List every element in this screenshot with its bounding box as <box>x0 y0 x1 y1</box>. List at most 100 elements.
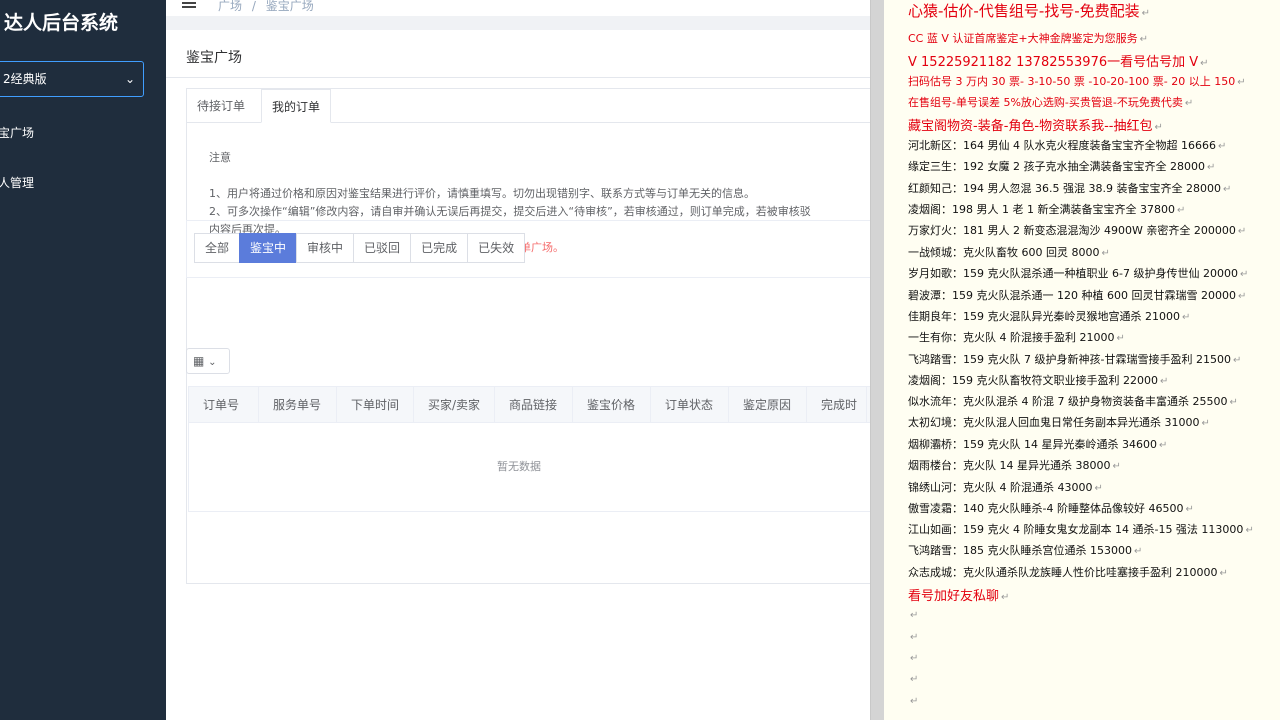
column-header: 鉴定原因 <box>729 387 807 423</box>
paragraph-mark-icon: ↵ <box>1181 312 1191 323</box>
document-line: 河北新区：164 男仙 4 队水克火程度装备宝宝齐全物超 16666 ↵ <box>908 137 1226 153</box>
document-line: 江山如画：159 克火 4 阶睡女鬼女龙副本 14 通杀-15 强法 11300… <box>908 521 1254 537</box>
document-line-text: 傲雪凌霜：140 克火队睡杀-4 阶睡整体品像较好 46500 <box>908 502 1184 515</box>
paragraph-mark-icon: ↵ <box>1154 122 1163 133</box>
topbar: 广场 / 鉴宝广场 <box>166 0 870 16</box>
filter-rejected-button[interactable]: 已驳回 <box>353 233 412 263</box>
document-line: ↵ <box>908 608 918 621</box>
paragraph-mark-icon: ↵ <box>1184 98 1194 109</box>
document-line-text: 一战倾城：克火队畜牧 600 回灵 8000 <box>908 246 1100 259</box>
document-line-text: 江山如画：159 克火 4 阶睡女鬼女龙副本 14 通杀-15 强法 11300… <box>908 523 1244 536</box>
column-header: 鉴宝价格 <box>573 387 651 423</box>
paragraph-mark-icon: ↵ <box>1200 58 1209 69</box>
grid-icon: ▦ <box>193 354 205 368</box>
document-line: 缘定三生：192 女魔 2 孩子克水抽全满装备宝宝齐全 28000 ↵ <box>908 158 1215 174</box>
paragraph-mark-icon: ↵ <box>910 610 919 621</box>
document-line: 心猿-估价-代售组号-找号-免费配装 ↵ <box>908 0 1150 21</box>
document-line-text: 看号加好友私聊 <box>908 589 1000 604</box>
document-line-text: 缘定三生：192 女魔 2 孩子克水抽全满装备宝宝齐全 28000 <box>908 160 1205 173</box>
sidebar-item-user-management[interactable]: 人管理 <box>0 174 34 191</box>
tab-my-orders[interactable]: 我的订单 <box>261 89 332 123</box>
paragraph-mark-icon: ↵ <box>1094 483 1103 494</box>
column-header: 完成时 <box>807 387 867 423</box>
paragraph-mark-icon: ↵ <box>1116 333 1125 344</box>
document-line-text: 众志成城：克火队通杀队龙族睡人性价比哇塞接手盈利 210000 <box>908 566 1218 579</box>
column-header: 服务单号 <box>259 387 337 423</box>
empty-state: 暂无数据 <box>497 460 541 473</box>
breadcrumb-item: 鉴宝广场 <box>265 0 314 13</box>
paragraph-mark-icon: ↵ <box>910 632 919 643</box>
document-line-text: 万家灯火：181 男人 2 新变态混混淘沙 4900W 亲密齐全 200000 <box>908 224 1236 237</box>
document-line: 红颜知己：194 男人忽混 36.5 强混 38.9 装备宝宝齐全 28000 ↵ <box>908 180 1231 196</box>
paragraph-mark-icon: ↵ <box>1237 77 1246 88</box>
paragraph-mark-icon: ↵ <box>1237 226 1247 237</box>
document-pane: 心猿-估价-代售组号-找号-免费配装 ↵ CC 蓝 V 认证首席鉴定+大神金牌鉴定为… <box>884 0 1280 720</box>
document-line: 似水流年：克火队混杀 4 阶混 7 级护身物资装备丰富通杀 25500 ↵ <box>908 393 1238 409</box>
document-line: 众志成城：克火队通杀队龙族睡人性价比哇塞接手盈利 210000 ↵ <box>908 564 1228 580</box>
paragraph-mark-icon: ↵ <box>1206 162 1216 173</box>
document-line-text: 扫码估号 3 万内 30 票- 3-10-50 票 -10-20-100 票- … <box>908 75 1236 88</box>
filter-appraising-button[interactable]: 鉴宝中 <box>239 233 298 263</box>
document-line-text: 在售组号-单号误差 5%放心选购-买贵管退-不玩免费代卖 <box>908 96 1183 109</box>
document-line: 锦绣山河：克火队 4 阶混通杀 43000 ↵ <box>908 479 1103 495</box>
document-line-text: 河北新区：164 男仙 4 队水克火程度装备宝宝齐全物超 16666 <box>908 139 1216 152</box>
document-line: 岁月如歌：159 克火队混杀通一种植职业 6-7 级护身传世仙 20000 ↵ <box>908 265 1248 281</box>
filter-completed-button[interactable]: 已完成 <box>410 233 469 263</box>
document-line: 一战倾城：克火队畜牧 600 回灵 8000 ↵ <box>908 244 1110 260</box>
document-line-text: 红颜知己：194 男人忽混 36.5 强混 38.9 装备宝宝齐全 28000 <box>908 182 1221 195</box>
filter-reviewing-button[interactable]: 审核中 <box>296 233 355 263</box>
document-line: 万家灯火：181 男人 2 新变态混混淘沙 4900W 亲密齐全 200000 ↵ <box>908 222 1246 238</box>
hamburger-icon[interactable] <box>182 0 196 8</box>
sidebar: 达人后台系统 2经典版 ⌄ 宝广场 人管理 <box>0 0 166 720</box>
paragraph-mark-icon: ↵ <box>1001 592 1010 603</box>
document-line-text: 藏宝阁物资-装备-角色-物资联系我--抽红包 <box>908 119 1153 134</box>
document-line-text: 太初幻境：克火队混人回血鬼日常任务副本异光通杀 31000 <box>908 416 1200 429</box>
column-header: 商品链接 <box>495 387 573 423</box>
paragraph-mark-icon: ↵ <box>1217 141 1227 152</box>
document-line: ↵ <box>908 694 918 707</box>
document-line: ↵ <box>908 630 918 643</box>
document-line: 藏宝阁物资-装备-角色-物资联系我--抽红包 ↵ <box>908 115 1163 134</box>
document-line: 一生有你：克火队 4 阶混接手盈利 21000 ↵ <box>908 329 1125 345</box>
main-area: 广场 / 鉴宝广场 鉴宝广场 待接订单 我的订单 注意 1、用户将通过价格和原因… <box>166 0 870 720</box>
chevron-down-icon: ⌄ <box>208 357 217 368</box>
sidebar-item-treasure-square[interactable]: 宝广场 <box>0 124 34 141</box>
version-select[interactable]: 2经典版 ⌄ <box>0 61 144 97</box>
orders-table: 订单号 服务单号 下单时间 买家/卖家 商品链接 鉴宝价格 订单状态 鉴定原因 … <box>188 386 870 512</box>
paragraph-mark-icon: ↵ <box>1201 418 1210 429</box>
document-line: 太初幻境：克火队混人回血鬼日常任务副本异光通杀 31000 ↵ <box>908 414 1210 430</box>
document-line-text: 似水流年：克火队混杀 4 阶混 7 级护身物资装备丰富通杀 25500 <box>908 395 1228 408</box>
document-line-text: 飞鸿踏雪：159 克火队 7 级护身新神孩-甘霖瑞雪接手盈利 21500 <box>908 353 1231 366</box>
filter-all-button[interactable]: 全部 <box>194 233 241 263</box>
paragraph-mark-icon: ↵ <box>910 696 919 707</box>
document-line-text: V 15225921182 13782553976一看号估号加 V <box>908 55 1199 70</box>
column-header: 订单状态 <box>651 387 729 423</box>
notice-line: 2、可多次操作“编辑”修改内容，请自审并确认无误后再提交，提交后进入“待审核”，… <box>209 205 811 218</box>
document-line: 凌烟阁：159 克火队畜牧符文职业接手盈利 22000 ↵ <box>908 372 1168 388</box>
breadcrumb: 广场 / 鉴宝广场 <box>218 0 314 14</box>
paragraph-mark-icon: ↵ <box>1219 568 1228 579</box>
document-line-text: 心猿-估价-代售组号-找号-免费配装 <box>908 2 1140 20</box>
column-header: 买家/卖家 <box>414 387 495 423</box>
breadcrumb-item[interactable]: 广场 <box>218 0 242 13</box>
document-line: ↵ <box>908 672 918 685</box>
tab-bar: 待接订单 我的订单 <box>187 89 870 123</box>
filter-expired-button[interactable]: 已失效 <box>467 233 526 263</box>
version-select-value: 2经典版 <box>3 72 47 86</box>
window-splitter[interactable] <box>870 0 884 720</box>
notice-title: 注意 <box>209 151 231 164</box>
paragraph-mark-icon: ↵ <box>1176 205 1186 216</box>
column-header: 订单号 <box>189 387 259 423</box>
tab-pending-orders[interactable]: 待接订单 <box>187 89 255 123</box>
document-line: 扫码估号 3 万内 30 票- 3-10-50 票 -10-20-100 票- … <box>908 73 1246 89</box>
chevron-down-icon: ⌄ <box>124 72 135 86</box>
paragraph-mark-icon: ↵ <box>1237 291 1247 302</box>
paragraph-mark-icon: ↵ <box>1158 440 1168 451</box>
paragraph-mark-icon: ↵ <box>910 653 919 664</box>
notice-line: 1、用户将通过价格和原因对鉴宝结果进行评价，请慎重填写。切勿出现错别字、联系方式… <box>209 187 755 200</box>
column-settings-button[interactable]: ▦ ⌄ <box>186 348 230 374</box>
document-line: 在售组号-单号误差 5%放心选购-买贵管退-不玩免费代卖 ↵ <box>908 94 1193 110</box>
content-panel: 鉴宝广场 待接订单 我的订单 注意 1、用户将通过价格和原因对鉴宝结果进行评价，… <box>166 30 870 720</box>
paragraph-mark-icon: ↵ <box>1101 248 1110 259</box>
paragraph-mark-icon: ↵ <box>1139 34 1148 45</box>
